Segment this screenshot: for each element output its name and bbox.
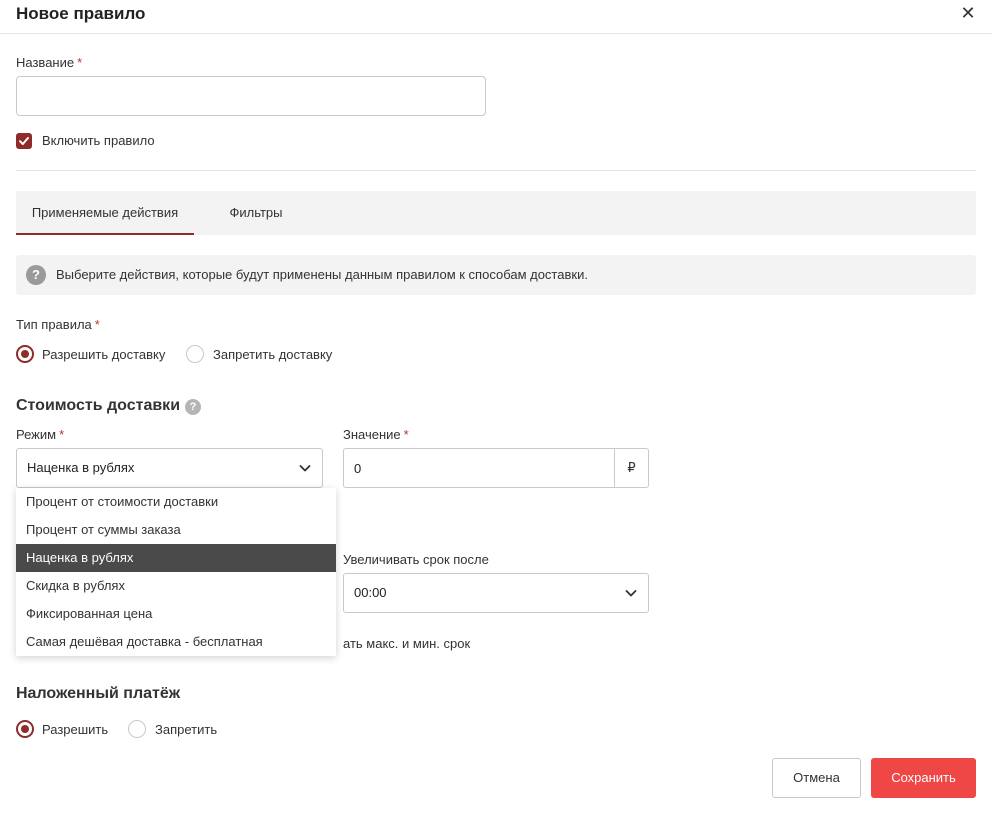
- value-label: Значение *: [343, 427, 409, 442]
- extend-term-label: Увеличивать срок после: [343, 552, 489, 567]
- tab-actions[interactable]: Применяемые действия: [16, 191, 194, 235]
- extend-term-select[interactable]: 00:00: [343, 573, 649, 613]
- mode-option[interactable]: Скидка в рублях: [16, 572, 336, 600]
- dialog-title: Новое правило: [16, 4, 146, 23]
- checkmark-icon: [19, 137, 29, 145]
- rule-type-label-text: Тип правила: [16, 317, 92, 332]
- info-box: ? Выберите действия, которые будут приме…: [16, 255, 976, 295]
- radio-cod-allow-label: Разрешить: [42, 722, 109, 737]
- chevron-down-icon: [625, 590, 637, 597]
- question-icon: ?: [26, 265, 46, 285]
- mode-label: Режим *: [16, 427, 64, 442]
- help-icon[interactable]: ?: [185, 399, 201, 415]
- mode-dropdown-menu: Процент от стоимости доставки Процент от…: [16, 488, 336, 656]
- cancel-button[interactable]: Отмена: [772, 758, 861, 798]
- radio-cod-allow[interactable]: [16, 720, 34, 738]
- mode-option-selected[interactable]: Наценка в рублях: [16, 544, 336, 572]
- value-input[interactable]: 0 ₽: [343, 448, 649, 488]
- info-text: Выберите действия, которые будут примене…: [56, 267, 588, 282]
- tab-filters[interactable]: Фильтры: [212, 191, 300, 235]
- dialog-header: Новое правило ✕: [0, 0, 992, 34]
- chevron-down-icon: [299, 465, 311, 472]
- cod-title: Наложенный платёж: [16, 685, 181, 702]
- mode-label-text: Режим: [16, 427, 57, 442]
- enable-rule-label: Включить правило: [42, 133, 155, 148]
- name-label: Название *: [16, 55, 82, 70]
- rule-type-label: Тип правила *: [16, 317, 100, 332]
- radio-deny-delivery-label: Запретить доставку: [213, 347, 333, 362]
- currency-suffix: ₽: [614, 449, 648, 487]
- radio-allow-delivery-label: Разрешить доставку: [42, 347, 166, 362]
- required-mark: *: [94, 317, 100, 332]
- required-mark: *: [403, 427, 409, 442]
- min-max-term-label: ать макс. и мин. срок: [343, 636, 471, 651]
- section-divider: [16, 170, 976, 171]
- mode-option[interactable]: Самая дешёвая доставка - бесплатная: [16, 628, 336, 656]
- value-input-value: 0: [354, 461, 362, 476]
- tab-bar: Применяемые действия Фильтры: [16, 191, 976, 235]
- close-icon[interactable]: ✕: [958, 2, 978, 24]
- enable-rule-checkbox[interactable]: [16, 133, 32, 149]
- mode-option[interactable]: Фиксированная цена: [16, 600, 336, 628]
- value-label-text: Значение: [343, 427, 401, 442]
- radio-cod-deny-label: Запретить: [155, 722, 218, 737]
- required-mark: *: [59, 427, 65, 442]
- mode-option[interactable]: Процент от стоимости доставки: [16, 488, 336, 516]
- mode-select-value: Наценка в рублях: [27, 460, 135, 475]
- radio-deny-delivery[interactable]: [186, 345, 204, 363]
- mode-option[interactable]: Процент от суммы заказа: [16, 516, 336, 544]
- radio-cod-deny[interactable]: [128, 720, 146, 738]
- name-input[interactable]: [16, 76, 486, 116]
- name-label-text: Название: [16, 55, 75, 70]
- save-button[interactable]: Сохранить: [871, 758, 976, 798]
- radio-allow-delivery[interactable]: [16, 345, 34, 363]
- extend-term-value: 00:00: [354, 585, 387, 600]
- required-mark: *: [77, 55, 83, 70]
- delivery-cost-title: Стоимость доставки: [16, 397, 181, 414]
- mode-select[interactable]: Наценка в рублях: [16, 448, 323, 488]
